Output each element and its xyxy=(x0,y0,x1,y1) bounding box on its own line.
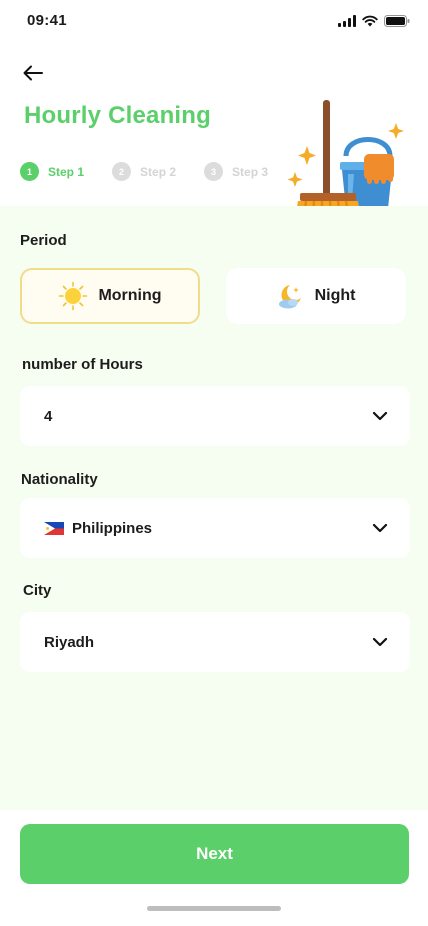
sun-icon xyxy=(59,281,88,311)
period-option-label: Night xyxy=(314,287,356,304)
city-value: Riyadh xyxy=(44,633,95,651)
period-option-morning[interactable]: Morning xyxy=(20,268,200,324)
wifi-icon xyxy=(362,15,378,27)
battery-icon xyxy=(384,15,410,27)
period-option-night[interactable]: Night xyxy=(226,268,406,324)
hours-value: 4 xyxy=(44,407,53,425)
step-label: Step 1 xyxy=(48,164,85,179)
philippines-flag-icon xyxy=(44,521,64,535)
step-label: Step 2 xyxy=(140,164,177,179)
step-number: 1 xyxy=(20,162,39,181)
chevron-down-icon xyxy=(372,411,388,421)
next-button[interactable]: Next xyxy=(20,824,409,884)
sparkle-icon xyxy=(388,123,404,139)
signal-icon xyxy=(338,15,356,27)
nationality-select[interactable]: Philippines xyxy=(20,498,410,558)
stepper: 1 Step 1 2 Step 2 3 Step 3 xyxy=(20,162,296,181)
city-label: City xyxy=(23,582,52,599)
city-select[interactable]: Riyadh xyxy=(20,612,410,672)
period-option-label: Morning xyxy=(98,287,162,304)
chevron-down-icon xyxy=(372,523,388,533)
step-3: 3 Step 3 xyxy=(204,162,268,181)
arrow-left-icon xyxy=(23,65,43,81)
page-title: Hourly Cleaning xyxy=(24,102,212,129)
nationality-label: Nationality xyxy=(21,471,98,488)
period-label: Period xyxy=(20,232,67,249)
step-1: 1 Step 1 xyxy=(20,162,84,181)
sparkle-icon xyxy=(298,146,316,165)
status-time: 09:41 xyxy=(27,12,67,29)
step-label: Step 3 xyxy=(232,164,269,179)
hours-label: number of Hours xyxy=(22,356,143,373)
step-number: 2 xyxy=(112,162,132,181)
home-indicator xyxy=(147,906,281,911)
step-number: 3 xyxy=(204,162,224,181)
sparkle-icon xyxy=(287,172,303,187)
status-bar: 09:41 xyxy=(0,0,428,44)
step-2: 2 Step 2 xyxy=(112,162,176,181)
moon-icon xyxy=(278,285,301,309)
nationality-value: Philippines xyxy=(72,519,153,537)
chevron-down-icon xyxy=(372,637,388,647)
back-button[interactable] xyxy=(20,62,46,84)
hours-select[interactable]: 4 xyxy=(20,386,410,446)
status-icons xyxy=(338,15,410,27)
cleaning-illustration xyxy=(287,100,404,219)
